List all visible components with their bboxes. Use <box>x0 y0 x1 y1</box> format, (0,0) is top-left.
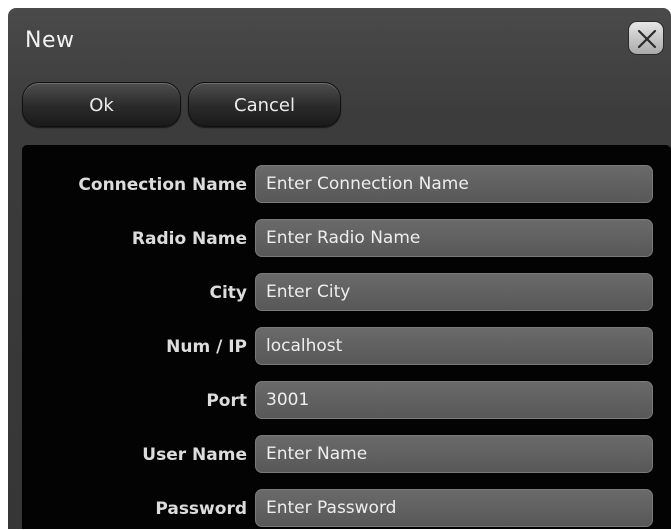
connection-form: Connection Name Enter Connection Name Ra… <box>22 145 671 529</box>
user-name-label: User Name <box>142 445 247 465</box>
form-row-city: City Enter City <box>22 272 671 314</box>
new-connection-dialog: New Ok Cancel Connection Name Enter Conn… <box>8 8 671 529</box>
password-label: Password <box>155 499 247 519</box>
form-row-port: Port 3001 <box>22 380 671 422</box>
password-input[interactable]: Enter Password <box>255 489 653 527</box>
num-ip-label: Num / IP <box>166 337 247 357</box>
form-row-user-name: User Name Enter Name <box>22 434 671 476</box>
close-button[interactable] <box>628 21 664 55</box>
num-ip-input[interactable]: localhost <box>255 327 653 365</box>
form-row-num-ip: Num / IP localhost <box>22 326 671 368</box>
connection-name-label: Connection Name <box>78 175 247 195</box>
port-label: Port <box>206 391 247 411</box>
form-row-radio-name: Radio Name Enter Radio Name <box>22 218 671 260</box>
cancel-button[interactable]: Cancel <box>188 82 341 127</box>
ok-button[interactable]: Ok <box>22 82 181 127</box>
close-icon <box>637 29 657 49</box>
port-input[interactable]: 3001 <box>255 381 653 419</box>
radio-name-label: Radio Name <box>131 229 247 249</box>
radio-name-input[interactable]: Enter Radio Name <box>255 219 653 257</box>
form-row-connection-name: Connection Name Enter Connection Name <box>22 164 671 206</box>
city-input[interactable]: Enter City <box>255 273 653 311</box>
city-label: City <box>209 283 247 303</box>
user-name-input[interactable]: Enter Name <box>255 435 653 473</box>
form-row-password: Password Enter Password <box>22 488 671 530</box>
dialog-title: New <box>25 28 75 53</box>
connection-name-input[interactable]: Enter Connection Name <box>255 165 653 203</box>
